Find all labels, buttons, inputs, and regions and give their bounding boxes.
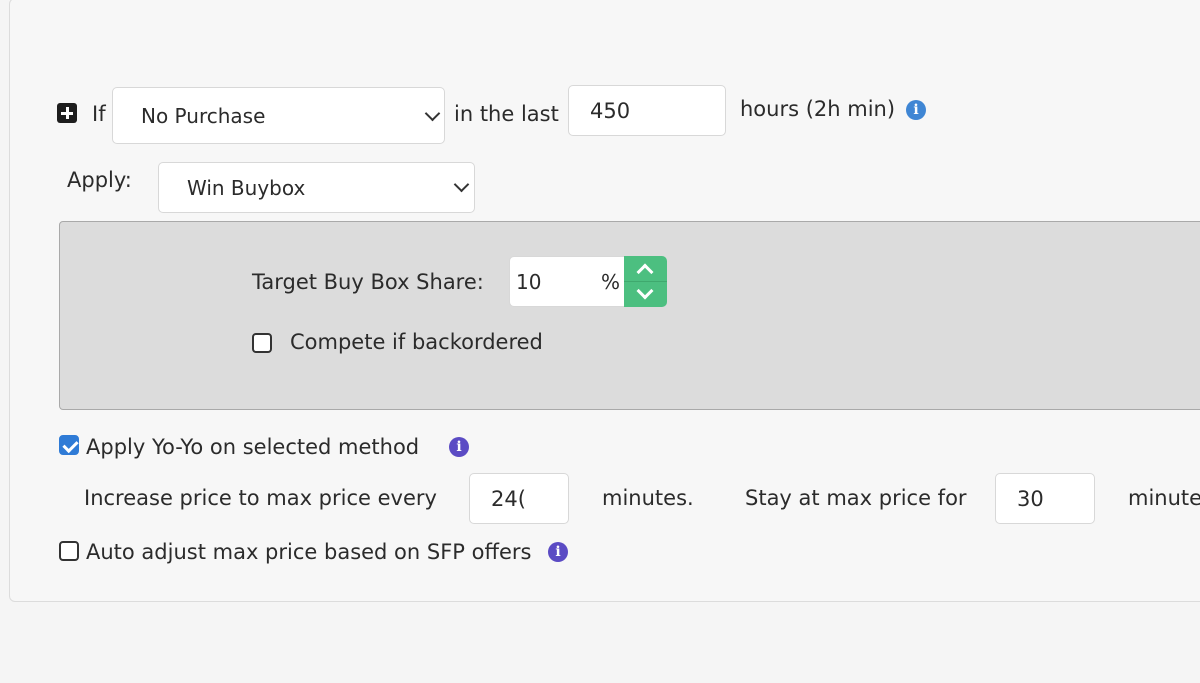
compete-backordered-label: Compete if backordered	[290, 330, 543, 354]
auto-adjust-label: Auto adjust max price based on SFP offer…	[86, 540, 532, 564]
chevron-down-icon	[424, 105, 441, 122]
stay-max-price-label: Stay at max price for	[745, 486, 967, 510]
increase-price-label: Increase price to max price every	[84, 486, 437, 510]
chevron-up-icon[interactable]	[636, 263, 654, 281]
apply-label: Apply:	[67, 168, 132, 192]
apply-method-value: Win Buybox	[187, 175, 306, 200]
apply-yoyo-label: Apply Yo-Yo on selected method	[86, 435, 420, 459]
apply-yoyo-checkbox[interactable]	[59, 435, 79, 455]
condition-select-value: No Purchase	[141, 103, 266, 128]
apply-method-select[interactable]: Win Buybox	[158, 162, 475, 213]
info-icon[interactable]: i	[449, 437, 469, 457]
stay-duration-value: 30	[1017, 486, 1044, 511]
auto-adjust-checkbox[interactable]	[59, 541, 79, 561]
hours-input-value: 450	[590, 98, 631, 123]
increase-interval-input[interactable]: 24(	[469, 473, 569, 524]
info-icon[interactable]: i	[906, 100, 926, 120]
chevron-down-icon	[453, 176, 470, 193]
hours-label: hours (2h min)	[740, 97, 896, 121]
percent-unit: %	[601, 270, 621, 294]
hours-input[interactable]: 450	[568, 85, 726, 136]
target-buybox-input[interactable]: 10 %	[509, 256, 627, 307]
compete-backordered-checkbox[interactable]	[252, 333, 272, 353]
stay-duration-input[interactable]: 30	[995, 473, 1095, 524]
add-rule-plus-icon[interactable]	[57, 103, 77, 123]
target-buybox-spinner	[624, 256, 667, 307]
buybox-settings-box	[59, 221, 1200, 410]
in-the-last-label: in the last	[454, 102, 559, 126]
minutes-label-2: minute	[1128, 486, 1200, 510]
condition-select[interactable]: No Purchase	[112, 87, 445, 144]
spinner-divider	[624, 281, 667, 282]
info-icon[interactable]: i	[548, 542, 568, 562]
increase-interval-value: 24(	[491, 486, 526, 511]
if-label: If	[92, 102, 106, 126]
target-buybox-value: 10	[516, 269, 542, 294]
chevron-down-icon[interactable]	[636, 282, 654, 300]
target-buybox-label: Target Buy Box Share:	[252, 270, 484, 294]
minutes-label: minutes.	[602, 486, 694, 510]
